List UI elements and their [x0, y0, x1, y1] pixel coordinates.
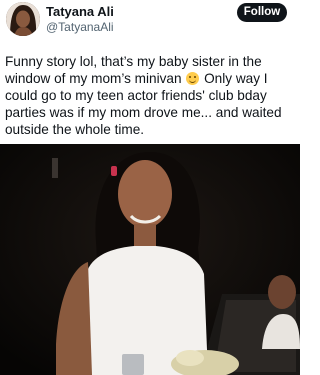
grinning-sweat-face-icon — [186, 72, 200, 85]
tweet-text: Funny story lol, that’s my baby sister i… — [5, 53, 297, 138]
avatar[interactable] — [6, 2, 40, 36]
author-info: Tatyana Ali @TatyanaAli — [46, 5, 114, 35]
tweet-header: Tatyana Ali @TatyanaAli Follow — [0, 0, 300, 36]
author-handle[interactable]: @TatyanaAli — [46, 20, 114, 34]
avatar-image — [6, 2, 40, 36]
tweet-photo[interactable] — [0, 144, 300, 375]
author-display-name[interactable]: Tatyana Ali — [46, 5, 114, 19]
photo-illustration — [0, 144, 300, 375]
follow-button[interactable]: Follow — [237, 3, 287, 22]
